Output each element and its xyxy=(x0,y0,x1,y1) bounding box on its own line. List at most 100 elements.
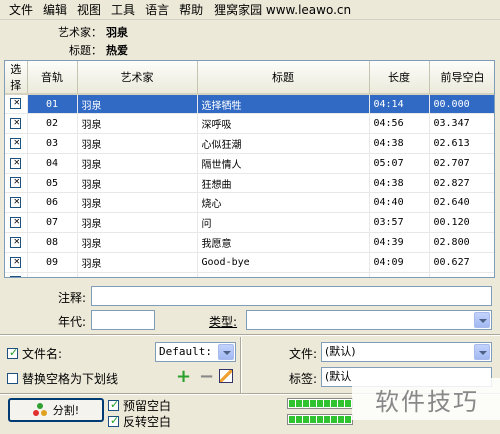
select-checkbox[interactable] xyxy=(10,136,22,150)
pregap-cell: 02.800 xyxy=(429,232,494,253)
select-checkbox-cell[interactable] xyxy=(5,94,28,115)
reserve-gap-option[interactable]: 预留空白 xyxy=(108,397,171,414)
filename-format-select[interactable]: Default: xyxy=(155,342,236,362)
menu-language[interactable]: 语言 xyxy=(140,1,174,18)
filename-checkbox[interactable] xyxy=(7,346,18,359)
pregap-cell: 02.827 xyxy=(429,173,494,194)
select-checkbox-cell[interactable] xyxy=(5,113,28,135)
menu-file[interactable]: 文件 xyxy=(4,1,38,18)
col-track[interactable]: 音轨 xyxy=(27,61,78,95)
col-pregap[interactable]: 前导空白 xyxy=(429,61,494,95)
select-checkbox-cell[interactable] xyxy=(5,192,28,214)
file-select[interactable]: (默认) xyxy=(321,342,492,362)
title-cell: 忘.记 xyxy=(197,272,370,277)
select-checkbox-cell[interactable] xyxy=(5,252,28,273)
reverse-gap-checkbox[interactable] xyxy=(108,414,119,427)
col-title[interactable]: 标题 xyxy=(197,61,370,95)
site-link[interactable]: 狸窝家园 www.leawo.cn xyxy=(214,1,351,18)
progress-segment xyxy=(289,400,295,407)
artist-cell: 羽泉 xyxy=(77,133,198,154)
col-artist[interactable]: 艺术家 xyxy=(77,61,198,95)
artist-value[interactable]: 羽泉 xyxy=(106,24,128,40)
year-input[interactable] xyxy=(91,310,155,330)
split-button[interactable]: 分割! xyxy=(8,398,104,422)
select-checkbox-cell[interactable] xyxy=(5,232,28,253)
menu-view[interactable]: 视图 xyxy=(72,1,106,18)
pregap-cell: 03.173 xyxy=(429,272,494,277)
remove-icon[interactable]: − xyxy=(199,366,214,387)
col-select[interactable]: 选择 xyxy=(5,61,28,95)
reverse-gap-option[interactable]: 反转空白 xyxy=(108,413,171,430)
table-row[interactable]: 01羽泉选择牺牲04:1400.000 xyxy=(5,94,494,115)
menu-help[interactable]: 帮助 xyxy=(174,1,208,18)
track-cell: 10 xyxy=(27,272,78,277)
progress-segment xyxy=(317,416,323,423)
title-value[interactable]: 热爱 xyxy=(106,42,128,58)
progress-segment xyxy=(310,400,316,407)
track-cell: 06 xyxy=(27,192,78,214)
chevron-down-icon[interactable] xyxy=(474,344,490,360)
select-checkbox[interactable] xyxy=(10,255,22,269)
select-checkbox[interactable] xyxy=(10,274,22,277)
vertical-divider xyxy=(240,337,242,393)
replace-space-checkbox[interactable] xyxy=(7,373,18,384)
select-checkbox[interactable] xyxy=(10,235,22,249)
select-checkbox[interactable] xyxy=(10,116,22,130)
select-checkbox-cell[interactable] xyxy=(5,153,28,174)
track-cell: 02 xyxy=(27,113,78,135)
table-row[interactable]: 04羽泉隔世情人05:0702.707 xyxy=(5,153,494,174)
title-cell: 选择牺牲 xyxy=(197,94,370,115)
progress-segment xyxy=(338,400,344,407)
genre-select[interactable] xyxy=(246,310,492,330)
table-row[interactable]: 07羽泉问03:5700.120 xyxy=(5,212,494,234)
col-length[interactable]: 长度 xyxy=(369,61,430,95)
select-checkbox-cell[interactable] xyxy=(5,272,28,277)
menu-tools[interactable]: 工具 xyxy=(106,1,140,18)
select-checkbox[interactable] xyxy=(10,175,22,189)
title-row: 标题： 热爱 xyxy=(4,41,496,59)
table-header: 选择 音轨 艺术家 标题 长度 前导空白 xyxy=(5,61,494,95)
select-checkbox-cell[interactable] xyxy=(5,133,28,154)
add-icon[interactable]: + xyxy=(176,366,191,387)
progress-segment xyxy=(324,416,330,423)
table-row[interactable]: 09羽泉Good-bye04:0900.627 xyxy=(5,252,494,273)
tag-value: (默认 xyxy=(325,370,352,383)
table-row[interactable]: 06羽泉烧心04:4002.640 xyxy=(5,192,494,214)
track-cell: 04 xyxy=(27,153,78,174)
reserve-gap-checkbox[interactable] xyxy=(108,398,119,411)
select-checkbox[interactable] xyxy=(10,195,22,209)
menu-edit[interactable]: 编辑 xyxy=(38,1,72,18)
progress-bar-1 xyxy=(287,398,353,409)
title-cell: 隔世情人 xyxy=(197,153,370,174)
table-row[interactable]: 05羽泉狂想曲04:3802.827 xyxy=(5,173,494,194)
table-row[interactable]: 08羽泉我愿意04:3902.800 xyxy=(5,232,494,253)
comment-label: 注释: xyxy=(58,291,87,305)
table-row[interactable]: 03羽泉心似狂潮04:3802.613 xyxy=(5,133,494,154)
comment-input[interactable] xyxy=(91,286,492,306)
length-cell: 06:20 xyxy=(369,272,430,277)
length-cell: 04:56 xyxy=(369,113,430,135)
chevron-down-icon[interactable] xyxy=(218,344,234,360)
select-checkbox[interactable] xyxy=(10,215,22,229)
filename-option[interactable]: 文件名: xyxy=(7,345,62,362)
track-table: 选择 音轨 艺术家 标题 长度 前导空白 01羽泉选择牺牲04:1400.000… xyxy=(4,60,495,278)
progress-segment xyxy=(331,416,337,423)
track-cell: 03 xyxy=(27,133,78,154)
chevron-down-icon[interactable] xyxy=(474,312,490,328)
length-cell: 05:07 xyxy=(369,153,430,174)
artist-cell: 羽泉 xyxy=(77,192,198,214)
table-row[interactable]: 10羽泉忘.记06:2003.173 xyxy=(5,272,494,277)
tag-label: 标签: xyxy=(289,372,318,386)
select-checkbox-cell[interactable] xyxy=(5,212,28,234)
pregap-cell: 02.640 xyxy=(429,192,494,214)
watermark: 软件技巧 xyxy=(352,378,500,420)
album-info: 艺术家： 羽泉 标题： 热爱 xyxy=(4,21,496,59)
replace-space-option[interactable]: 替换空格为下划线 xyxy=(7,370,118,387)
select-checkbox[interactable] xyxy=(10,156,22,170)
edit-icon[interactable] xyxy=(219,369,233,383)
progress-bar-2 xyxy=(287,414,353,425)
track-cell: 09 xyxy=(27,252,78,273)
select-checkbox[interactable] xyxy=(10,96,22,110)
table-row[interactable]: 02羽泉深呼吸04:5603.347 xyxy=(5,113,494,135)
select-checkbox-cell[interactable] xyxy=(5,173,28,194)
